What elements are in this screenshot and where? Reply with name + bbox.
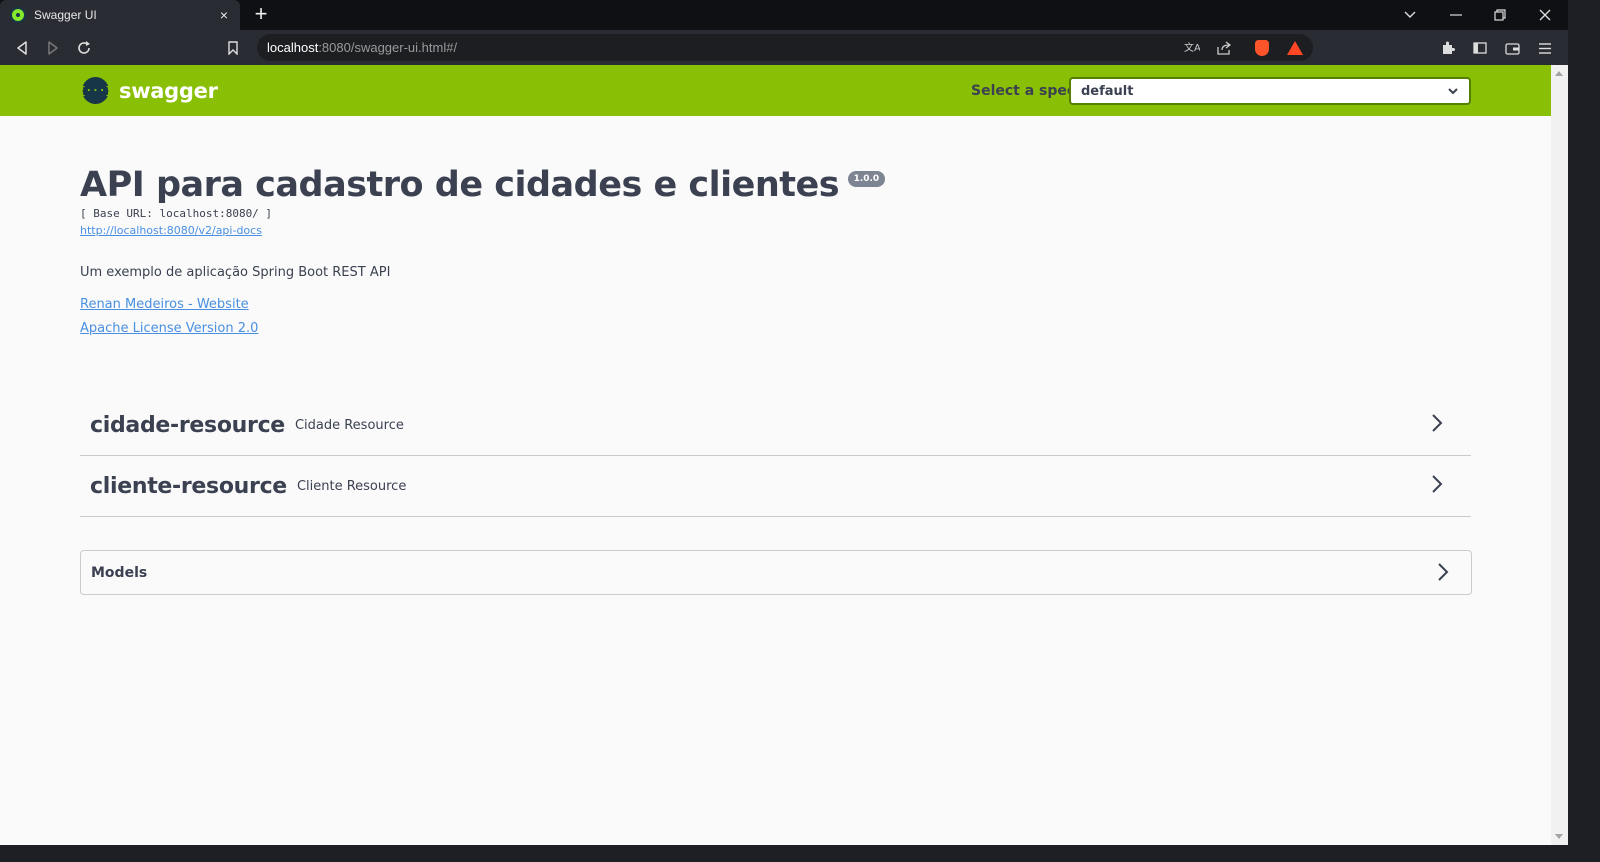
restore-icon[interactable] — [1477, 0, 1523, 30]
tab-search-icon[interactable] — [1387, 0, 1433, 30]
chevron-right-icon[interactable] — [1431, 413, 1443, 433]
menu-icon[interactable] — [1533, 36, 1557, 60]
tag-name: cidade-resource — [90, 412, 285, 438]
taskbar-strip — [0, 845, 1600, 862]
tab-swagger-ui[interactable]: Swagger UI × — [0, 0, 240, 30]
api-info: API para cadastro de cidades e clientes … — [80, 165, 1471, 336]
minimize-icon[interactable] — [1433, 0, 1479, 30]
brave-rewards-icon[interactable] — [1287, 41, 1303, 55]
tag-cidade-resource[interactable]: cidade-resource Cidade Resource — [80, 395, 1471, 456]
address-path: :8080/swagger-ui.html#/ — [318, 40, 458, 55]
back-icon[interactable] — [10, 36, 34, 60]
new-tab-button[interactable]: + — [250, 3, 272, 27]
models-section[interactable]: Models — [80, 550, 1472, 595]
tab-strip: Swagger UI × + — [0, 0, 1568, 30]
swagger-logo-icon: {···} — [79, 77, 112, 104]
bookmark-icon[interactable] — [221, 36, 245, 60]
address-bar[interactable]: ! localhost:8080/swagger-ui.html#/ 文A — [257, 34, 1313, 148]
reload-icon[interactable] — [72, 36, 96, 60]
api-description: Um exemplo de aplicação Spring Boot REST… — [80, 265, 391, 280]
page-viewport: {···} swagger Select a spec default API … — [0, 65, 1551, 845]
swagger-logo-text: swagger — [119, 78, 218, 103]
tab-close-icon[interactable]: × — [216, 7, 232, 23]
api-docs-link[interactable]: http://localhost:8080/v2/api-docs — [80, 224, 262, 237]
tag-name: cliente-resource — [90, 473, 287, 499]
window-close-icon[interactable] — [1522, 0, 1568, 30]
svg-text:文A: 文A — [1184, 41, 1200, 54]
select-spec-label: Select a spec — [971, 83, 1076, 99]
address-host: localhost — [267, 40, 319, 55]
tag-description: Cliente Resource — [296, 478, 407, 494]
contact-website-link[interactable]: Renan Medeiros - Website — [80, 297, 1471, 312]
tab-title: Swagger UI — [34, 8, 97, 22]
tag-description: Cidade Resource — [294, 417, 404, 433]
version-badge: 1.0.0 — [847, 171, 886, 187]
chevron-right-icon[interactable] — [1431, 474, 1443, 494]
page-scrollbar[interactable] — [1551, 65, 1568, 845]
spec-select-value: default — [1081, 83, 1134, 99]
swagger-favicon-icon — [10, 7, 26, 23]
swagger-logo[interactable]: {···} swagger — [79, 77, 218, 104]
browser-toolbar: ! localhost:8080/swagger-ui.html#/ 文A — [0, 30, 1568, 148]
page-title: API para cadastro de cidades e clientes — [80, 165, 840, 205]
base-url: [ Base URL: localhost:8080/ ] — [80, 207, 273, 220]
address-url[interactable]: localhost:8080/swagger-ui.html#/ — [267, 40, 457, 55]
wallet-icon[interactable] — [1500, 36, 1524, 60]
swagger-topbar: {···} swagger Select a spec default — [0, 65, 1551, 116]
extensions-icon[interactable] — [1436, 36, 1460, 60]
chevron-down-icon — [1448, 88, 1458, 95]
tag-cliente-resource[interactable]: cliente-resource Cliente Resource — [80, 456, 1471, 517]
scroll-up-icon[interactable] — [1555, 71, 1563, 76]
forward-icon[interactable] — [41, 36, 65, 60]
license-link[interactable]: Apache License Version 2.0 — [80, 321, 1471, 336]
scroll-down-icon[interactable] — [1555, 834, 1563, 839]
brave-shields-icon[interactable] — [1255, 40, 1269, 56]
translate-icon[interactable]: 文A — [1183, 39, 1201, 57]
models-title: Models — [91, 564, 148, 581]
chevron-right-icon[interactable] — [1437, 562, 1449, 582]
browser-window: Swagger UI × + ! loc — [0, 0, 1568, 845]
sidebar-icon[interactable] — [1468, 36, 1492, 60]
spec-select[interactable]: default — [1069, 77, 1471, 105]
share-icon[interactable] — [1215, 39, 1233, 57]
